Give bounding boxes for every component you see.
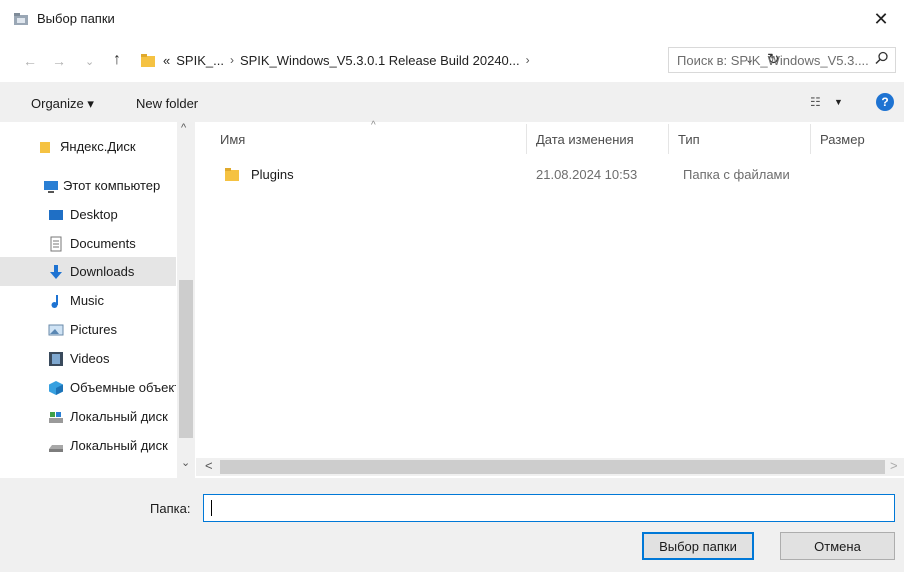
music-icon bbox=[51, 294, 58, 308]
file-list: ^ Имя Дата изменения Тип Размер Plugins … bbox=[196, 120, 904, 478]
sidebar-item-music[interactable]: Music bbox=[0, 286, 176, 315]
close-icon: ✕ bbox=[873, 8, 889, 29]
local-disk-icon bbox=[49, 411, 63, 423]
scrollbar-thumb[interactable] bbox=[179, 280, 193, 438]
scroll-down-icon[interactable]: ⌄ bbox=[181, 456, 190, 469]
folder-label: Папка: bbox=[150, 501, 191, 516]
sidebar-item-label: Локальный диск bbox=[70, 438, 168, 453]
window-title: Выбор папки bbox=[37, 11, 115, 26]
help-icon[interactable]: ? bbox=[876, 93, 894, 111]
this-pc-icon bbox=[44, 180, 58, 193]
desktop-icon bbox=[49, 209, 63, 220]
column-header-date[interactable]: Дата изменения bbox=[536, 122, 666, 156]
column-header-size[interactable]: Размер bbox=[820, 122, 900, 156]
column-divider[interactable] bbox=[810, 124, 811, 154]
search-icon bbox=[875, 51, 888, 65]
sidebar-item-yandex-disk[interactable]: Яндекс.Диск bbox=[0, 132, 176, 161]
column-label: Имя bbox=[220, 131, 246, 147]
sidebar-item-local-disk-d[interactable]: Локальный диск bbox=[0, 431, 176, 460]
sidebar-item-local-disk-c[interactable]: Локальный диск bbox=[0, 402, 176, 431]
column-label: Размер bbox=[820, 131, 865, 147]
sidebar-item-label: Объемные объекты bbox=[70, 380, 176, 395]
chevron-right-icon[interactable]: › bbox=[230, 53, 234, 67]
folder-name-field[interactable] bbox=[203, 494, 895, 522]
file-list-scrollbar[interactable]: < > bbox=[196, 458, 904, 476]
sidebar-item-label: Documents bbox=[70, 236, 136, 251]
yandex-disk-icon bbox=[40, 141, 50, 153]
downloads-icon bbox=[50, 264, 62, 279]
sidebar-item-pictures[interactable]: Pictures bbox=[0, 315, 176, 344]
chevron-right-icon[interactable]: › bbox=[526, 53, 530, 67]
column-label: Дата изменения bbox=[536, 131, 634, 147]
view-options-icon[interactable]: ☷ bbox=[810, 95, 821, 109]
organize-button[interactable]: Organize ▾ bbox=[31, 96, 94, 112]
scroll-right-icon[interactable]: > bbox=[890, 458, 898, 473]
column-header-type[interactable]: Тип bbox=[678, 122, 808, 156]
text-caret bbox=[211, 500, 212, 516]
pictures-icon bbox=[48, 324, 64, 335]
sidebar-item-downloads[interactable]: Downloads bbox=[0, 257, 176, 286]
address-bar[interactable]: « SPIK_... › SPIK_Windows_V5.3.0.1 Relea… bbox=[136, 47, 780, 73]
column-header-name[interactable]: Имя bbox=[220, 122, 520, 156]
sidebar-item-label: Этот компьютер bbox=[63, 178, 161, 193]
local-disk-2-icon bbox=[49, 444, 63, 452]
sidebar-item-label: Downloads bbox=[70, 264, 135, 279]
view-dropdown-icon[interactable]: ▼ bbox=[834, 97, 843, 107]
sidebar-item-label: Music bbox=[70, 293, 104, 308]
back-icon[interactable]: ← bbox=[23, 53, 37, 69]
sidebar-item-3d-objects[interactable]: Объемные объекты bbox=[0, 373, 176, 402]
search-input[interactable]: Поиск в: SPIK_Windows_V5.3.... bbox=[668, 47, 896, 73]
table-row[interactable]: Plugins 21.08.2024 10:53 Папка с файлами bbox=[200, 162, 900, 188]
up-icon[interactable]: ↑ bbox=[113, 51, 121, 69]
column-divider[interactable] bbox=[526, 124, 527, 154]
folder-picker-icon bbox=[14, 13, 28, 25]
folder-icon bbox=[225, 168, 239, 181]
sidebar-item-label: Локальный диск bbox=[70, 409, 168, 424]
scroll-left-icon[interactable]: < bbox=[205, 458, 213, 473]
title-bar: Выбор папки ✕ bbox=[0, 0, 904, 38]
sidebar-item-label: Desktop bbox=[70, 207, 118, 222]
forward-icon[interactable]: → bbox=[52, 53, 66, 69]
documents-icon bbox=[50, 236, 62, 251]
sidebar-item-label: Videos bbox=[70, 351, 110, 366]
sidebar-item-label: Pictures bbox=[70, 322, 117, 337]
sidebar-item-videos[interactable]: Videos bbox=[0, 344, 176, 373]
sidebar-scrollbar[interactable]: ^ ⌄ bbox=[177, 122, 195, 478]
file-modified: 21.08.2024 10:53 bbox=[536, 167, 638, 182]
videos-icon bbox=[49, 351, 63, 366]
search-placeholder: Поиск в: SPIK_Windows_V5.3.... bbox=[677, 52, 869, 68]
breadcrumb-item[interactable]: SPIK_Windows_V5.3.0.1 Release Build 2024… bbox=[240, 53, 520, 68]
sidebar-item-documents[interactable]: Documents bbox=[0, 229, 176, 258]
sidebar-item-label: Яндекс.Диск bbox=[60, 139, 136, 154]
sidebar-item-desktop[interactable]: Desktop bbox=[0, 200, 176, 229]
recent-locations-icon[interactable]: ⌄ bbox=[85, 55, 94, 68]
command-bar: Organize ▾ New folder ☷ ▼ ? bbox=[0, 82, 904, 122]
column-label: Тип bbox=[678, 131, 700, 147]
scrollbar-thumb[interactable] bbox=[220, 460, 885, 474]
file-name: Plugins bbox=[251, 167, 294, 182]
cancel-button[interactable]: Отмена bbox=[780, 532, 895, 560]
breadcrumb-overflow[interactable]: « bbox=[163, 53, 170, 68]
file-type: Папка с файлами bbox=[683, 167, 790, 182]
3d-objects-icon bbox=[49, 380, 63, 395]
dialog-footer: Папка: Выбор папки Отмена bbox=[0, 478, 904, 572]
sidebar-item-this-pc[interactable]: Этот компьютер bbox=[0, 171, 176, 200]
new-folder-button[interactable]: New folder bbox=[136, 96, 198, 111]
address-row: ← → ⌄ ↑ « SPIK_... › SPIK_Windows_V5.3.0… bbox=[0, 38, 904, 82]
scroll-up-icon[interactable]: ^ bbox=[181, 122, 186, 134]
column-divider[interactable] bbox=[668, 124, 669, 154]
select-folder-button[interactable]: Выбор папки bbox=[642, 532, 754, 560]
breadcrumb-item[interactable]: SPIK_... bbox=[176, 53, 224, 68]
navigation-pane: Яндекс.Диск Этот компьютер Desktop Docum… bbox=[0, 122, 196, 478]
close-button[interactable]: ✕ bbox=[858, 0, 904, 38]
folder-icon bbox=[141, 53, 155, 67]
